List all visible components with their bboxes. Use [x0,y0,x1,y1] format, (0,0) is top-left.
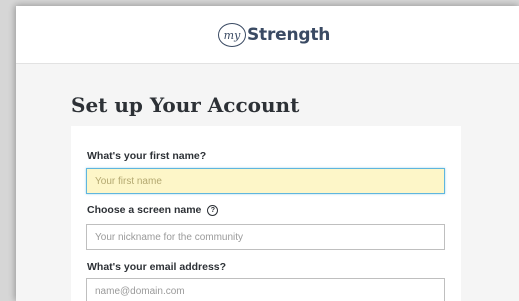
page-title: Set up Your Account [71,93,300,117]
email-input[interactable] [86,278,445,301]
header: my Strength [16,6,519,64]
logo-wordmark: Strength [247,25,331,45]
first-name-label-text: What's your first name? [87,150,207,162]
logo-badge: my [218,23,246,47]
screen-name-label: Choose a screen name? [87,204,219,216]
screen-name-input[interactable] [86,224,445,250]
first-name-label: What's your first name? [87,150,206,162]
help-icon[interactable]: ? [207,205,219,216]
page: my Strength Set up Your Account What's y… [16,6,519,301]
mystrength-logo[interactable]: my Strength [218,20,330,50]
email-label-text: What's your email address? [87,261,227,273]
first-name-input[interactable] [86,168,445,194]
email-label: What's your email address? [87,261,226,273]
account-form: What's your first name? Choose a screen … [71,126,461,301]
screen-name-label-text: Choose a screen name [87,204,202,216]
